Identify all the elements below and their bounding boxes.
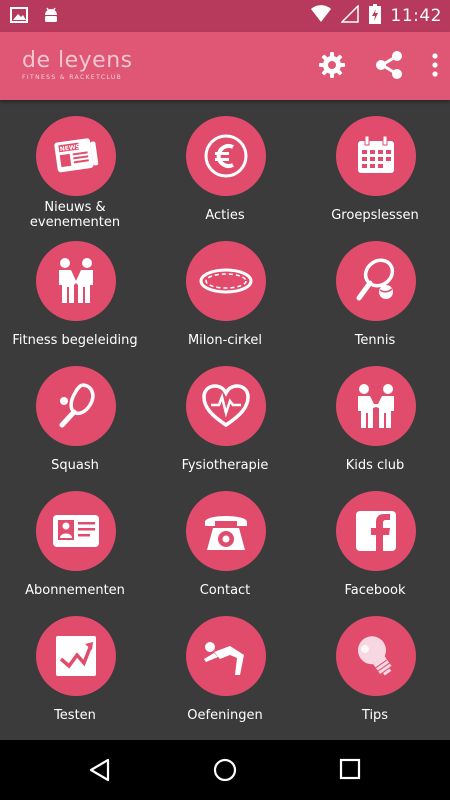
tile-circle: NEWS xyxy=(36,116,116,196)
tile-label: Oefeningen xyxy=(187,708,263,723)
calendar-icon xyxy=(358,135,394,173)
tile-label: Tennis xyxy=(354,333,396,348)
tile-circle xyxy=(186,616,266,696)
tile-label: Milon-cirkel xyxy=(187,333,263,348)
tile-circle xyxy=(36,366,116,446)
system-navigation-bar xyxy=(0,740,450,800)
tile-circle xyxy=(186,116,266,196)
ring-icon xyxy=(199,268,253,294)
tile-tennis[interactable]: Tennis xyxy=(300,235,450,360)
tile-circle xyxy=(336,116,416,196)
tile-circle xyxy=(336,366,416,446)
tile-label: Tips xyxy=(361,708,389,723)
tile-kids-club[interactable]: Kids club xyxy=(300,360,450,485)
membership-card-icon xyxy=(53,515,99,547)
home-button[interactable] xyxy=(213,758,237,786)
tile-acties[interactable]: Acties xyxy=(150,110,300,235)
app-bar: de leyens FITNESS & RACKETCLUB xyxy=(0,32,450,100)
tennis-icon xyxy=(356,258,395,301)
tile-tips[interactable]: Tips xyxy=(300,610,450,735)
tile-squash[interactable]: Squash xyxy=(0,360,150,485)
trainer-people-icon xyxy=(59,258,93,303)
tile-label: Fysiotherapie xyxy=(181,458,269,473)
tile-circle xyxy=(186,491,266,571)
tile-label: Facebook xyxy=(344,583,406,598)
tile-contact[interactable]: Contact xyxy=(150,485,300,610)
tile-circle xyxy=(186,366,266,446)
tile-label: Abonnementen xyxy=(25,583,125,598)
chart-arrow-icon xyxy=(56,636,96,676)
tile-circle xyxy=(186,241,266,321)
recents-button[interactable] xyxy=(339,758,361,784)
tile-facebook[interactable]: Facebook xyxy=(300,485,450,610)
brand-logo: de leyens FITNESS & RACKETCLUB xyxy=(22,48,133,82)
tile-label: Kids club xyxy=(345,458,405,473)
exercise-icon xyxy=(204,642,244,675)
tile-label: Testen xyxy=(54,708,96,723)
android-notification-icon xyxy=(42,6,60,28)
tile-circle xyxy=(36,616,116,696)
menu-grid: NEWS Nieuws & evenementen Acties Groepsl… xyxy=(0,110,450,740)
wifi-icon xyxy=(310,5,331,27)
tile-circle xyxy=(336,616,416,696)
tile-testen[interactable]: Testen xyxy=(0,610,150,735)
newspaper-icon: NEWS xyxy=(54,138,99,173)
status-bar: 11:42 xyxy=(0,0,450,32)
tile-oefeningen[interactable]: Oefeningen xyxy=(150,610,300,735)
lightbulb-icon xyxy=(357,636,392,676)
tile-label: Nieuws & evenementen xyxy=(29,200,121,230)
tile-circle xyxy=(336,491,416,571)
tile-label: Fitness begeleiding xyxy=(12,333,138,348)
tile-label: Contact xyxy=(199,583,251,598)
brand-tagline: FITNESS & RACKETCLUB xyxy=(22,74,123,81)
tile-label: Squash xyxy=(51,458,99,473)
more-vertical-icon xyxy=(432,53,438,77)
tile-circle xyxy=(336,241,416,321)
settings-button[interactable] xyxy=(318,51,346,79)
back-triangle-icon xyxy=(89,758,110,782)
tile-fitness-begeleiding[interactable]: Fitness begeleiding xyxy=(0,235,150,360)
telephone-icon xyxy=(205,516,247,550)
brand-name: de leyens xyxy=(22,48,133,73)
tile-fysiotherapie[interactable]: Fysiotherapie xyxy=(150,360,300,485)
tile-nieuws[interactable]: NEWS Nieuws & evenementen xyxy=(0,110,150,235)
recents-square-icon xyxy=(339,758,361,780)
tile-label: Groepslessen xyxy=(331,208,419,223)
share-icon xyxy=(376,51,402,79)
tile-milon-cirkel[interactable]: Milon-cirkel xyxy=(150,235,300,360)
euro-icon xyxy=(204,134,248,178)
gear-icon xyxy=(319,52,345,78)
facebook-icon xyxy=(356,511,396,551)
share-button[interactable] xyxy=(374,50,404,80)
status-time: 11:42 xyxy=(390,6,442,26)
battery-icon xyxy=(368,4,381,28)
tile-groepslessen[interactable]: Groepslessen xyxy=(300,110,450,235)
kids-icon xyxy=(358,384,394,428)
tile-label: Acties xyxy=(205,208,245,223)
tile-circle xyxy=(36,241,116,321)
tile-abonnementen[interactable]: Abonnementen xyxy=(0,485,150,610)
heartbeat-icon xyxy=(202,384,250,428)
tile-circle xyxy=(36,491,116,571)
back-button[interactable] xyxy=(88,758,112,786)
overflow-menu-button[interactable] xyxy=(432,53,438,77)
image-notification-icon xyxy=(10,7,28,27)
home-circle-icon xyxy=(213,758,237,782)
cell-signal-icon xyxy=(339,4,359,27)
squash-icon xyxy=(59,383,95,428)
